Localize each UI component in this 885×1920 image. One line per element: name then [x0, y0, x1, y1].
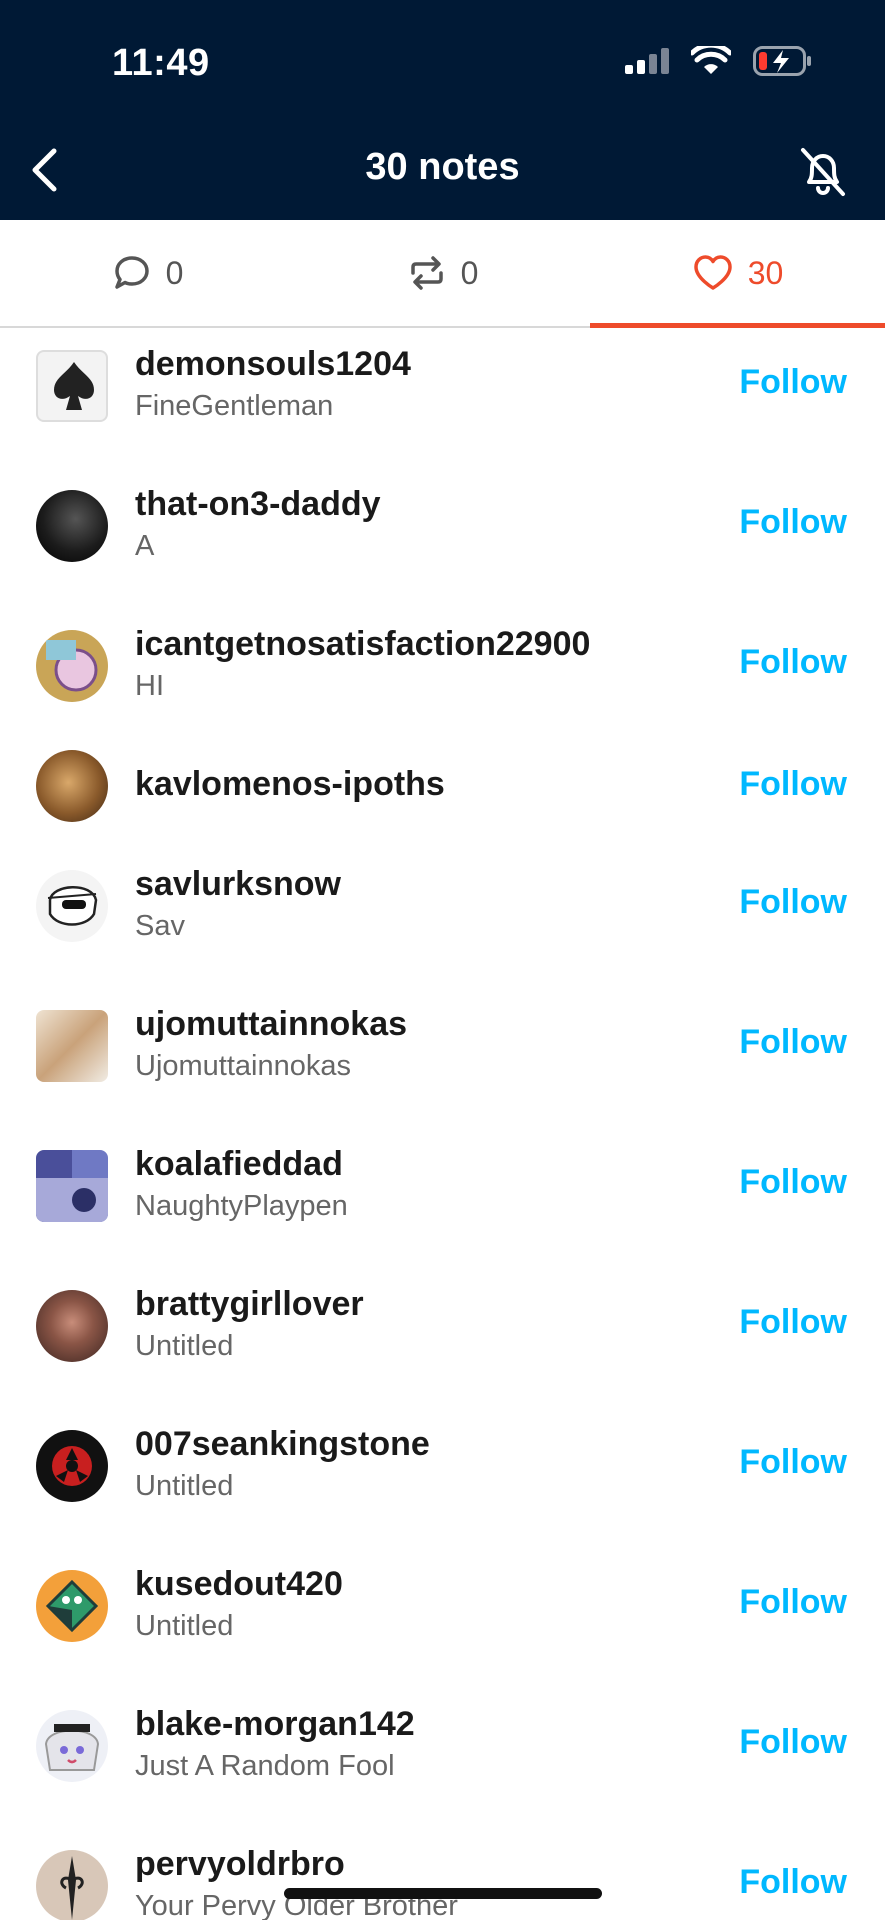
avatar[interactable] [36, 1850, 108, 1920]
heart-icon [693, 255, 732, 290]
follow-button[interactable]: Follow [739, 363, 847, 402]
list-item[interactable]: kusedout420 Untitled Follow [0, 1550, 885, 1670]
replies-count: 0 [165, 254, 184, 291]
comment-icon [114, 256, 149, 289]
blog-title: Sav [135, 910, 185, 942]
username[interactable]: pervyoldrbro [135, 1845, 345, 1884]
follow-button[interactable]: Follow [739, 765, 847, 804]
username[interactable]: ujomuttainnokas [135, 1005, 407, 1044]
follow-button[interactable]: Follow [739, 643, 847, 682]
username[interactable]: blake-morgan142 [135, 1705, 415, 1744]
avatar[interactable] [36, 870, 108, 942]
notes-tabs: 0 0 30 [0, 220, 885, 328]
blog-title: Untitled [135, 1610, 234, 1642]
follow-button[interactable]: Follow [739, 1723, 847, 1762]
list-item[interactable]: blake-morgan142 Just A Random Fool Follo… [0, 1690, 885, 1810]
tab-reblogs[interactable]: 0 [295, 220, 590, 326]
wifi-icon [691, 46, 731, 74]
username[interactable]: icantgetnosatisfaction22900 [135, 625, 590, 664]
blog-title: FineGentleman [135, 390, 334, 422]
username[interactable]: koalafieddad [135, 1145, 343, 1184]
list-item[interactable]: that-on3-daddy A Follow [0, 470, 885, 590]
page-title: 30 notes [365, 146, 520, 188]
blog-title: Just A Random Fool [135, 1750, 395, 1782]
tab-replies[interactable]: 0 [0, 220, 295, 326]
reblog-icon [410, 256, 443, 290]
avatar[interactable] [36, 750, 108, 822]
avatar[interactable] [36, 1010, 108, 1082]
username[interactable]: brattygirllover [135, 1285, 364, 1324]
blog-title: Untitled [135, 1330, 234, 1362]
follow-button[interactable]: Follow [739, 1583, 847, 1622]
blog-title: HI [135, 670, 164, 702]
list-item[interactable]: icantgetnosatisfaction22900 HI Follow [0, 610, 885, 730]
list-item[interactable]: ujomuttainnokas Ujomuttainnokas Follow [0, 990, 885, 1110]
avatar[interactable] [36, 630, 108, 702]
battery-icon [753, 46, 811, 76]
username[interactable]: that-on3-daddy [135, 485, 381, 524]
blog-title: Untitled [135, 1470, 234, 1502]
top-bar: 11:49 30 notes [0, 0, 885, 220]
follow-button[interactable]: Follow [739, 1443, 847, 1482]
list-item[interactable]: savlurksnow Sav Follow [0, 850, 885, 970]
avatar[interactable] [36, 1430, 108, 1502]
tab-likes[interactable]: 30 [590, 220, 885, 328]
mute-notifications-button[interactable] [791, 140, 855, 204]
username[interactable]: demonsouls1204 [135, 345, 411, 384]
avatar[interactable] [36, 490, 108, 562]
status-icons [625, 46, 813, 76]
blog-title: Ujomuttainnokas [135, 1050, 351, 1082]
signal-icon [625, 48, 669, 74]
blog-title: NaughtyPlaypen [135, 1190, 348, 1222]
follow-button[interactable]: Follow [739, 1163, 847, 1202]
likes-list: demonsouls1204 FineGentleman Follow that… [0, 330, 885, 1920]
avatar[interactable] [36, 1150, 108, 1222]
list-item[interactable]: pervyoldrbro Your Pervy Older Brother Fo… [0, 1830, 885, 1920]
follow-button[interactable]: Follow [739, 1863, 847, 1902]
avatar[interactable] [36, 1570, 108, 1642]
username[interactable]: 007seankingstone [135, 1425, 430, 1464]
follow-button[interactable]: Follow [739, 1023, 847, 1062]
list-item[interactable]: demonsouls1204 FineGentleman Follow [0, 330, 885, 450]
username[interactable]: kusedout420 [135, 1565, 343, 1604]
follow-button[interactable]: Follow [739, 503, 847, 542]
username[interactable]: savlurksnow [135, 865, 341, 904]
reblogs-count: 0 [460, 254, 479, 291]
list-item[interactable]: 007seankingstone Untitled Follow [0, 1410, 885, 1530]
list-item[interactable]: brattygirllover Untitled Follow [0, 1270, 885, 1390]
avatar[interactable] [36, 1290, 108, 1362]
home-indicator [284, 1888, 602, 1899]
status-time: 11:49 [112, 42, 210, 84]
avatar[interactable] [36, 350, 108, 422]
bell-off-icon [801, 148, 845, 196]
follow-button[interactable]: Follow [739, 883, 847, 922]
list-item[interactable]: koalafieddad NaughtyPlaypen Follow [0, 1130, 885, 1250]
follow-button[interactable]: Follow [739, 1303, 847, 1342]
blog-title: A [135, 530, 155, 562]
avatar[interactable] [36, 1710, 108, 1782]
likes-count: 30 [747, 254, 784, 291]
username[interactable]: kavlomenos-ipoths [135, 765, 445, 804]
